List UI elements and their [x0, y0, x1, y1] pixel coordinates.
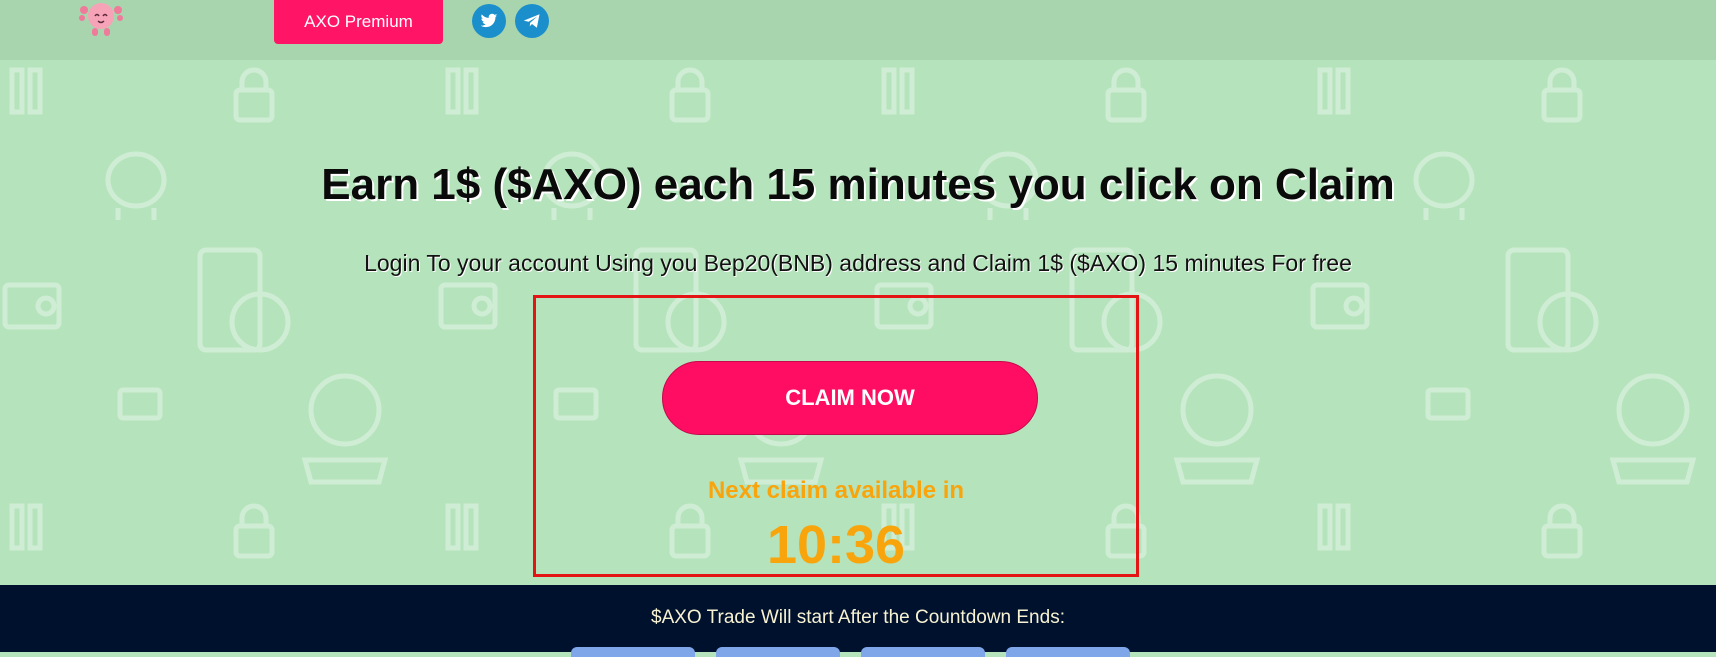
- axo-premium-button[interactable]: AXO Premium: [274, 0, 443, 44]
- countdown-timer: 10:36: [766, 515, 906, 575]
- page-headline: Earn 1$ ($AXO) each 15 minutes you click…: [321, 160, 1395, 209]
- countdown-seconds-box: [1006, 647, 1130, 657]
- countdown-hours-box: [716, 647, 840, 657]
- next-claim-label: Next claim available in: [707, 477, 965, 504]
- footer-countdown-section: $AXO Trade Will start After the Countdow…: [0, 585, 1716, 657]
- countdown-minutes-box: [861, 647, 985, 657]
- twitter-icon[interactable]: [472, 4, 506, 38]
- countdown-days-box: [571, 647, 695, 657]
- axolotl-logo-icon[interactable]: [74, 0, 128, 40]
- page-subtitle: Login To your account Using you Bep20(BN…: [364, 250, 1352, 276]
- claim-now-button[interactable]: CLAIM NOW: [662, 361, 1038, 435]
- top-navbar: AXO Premium: [0, 0, 1716, 60]
- trade-countdown-text: $AXO Trade Will start After the Countdow…: [651, 607, 1065, 628]
- telegram-icon[interactable]: [515, 4, 549, 38]
